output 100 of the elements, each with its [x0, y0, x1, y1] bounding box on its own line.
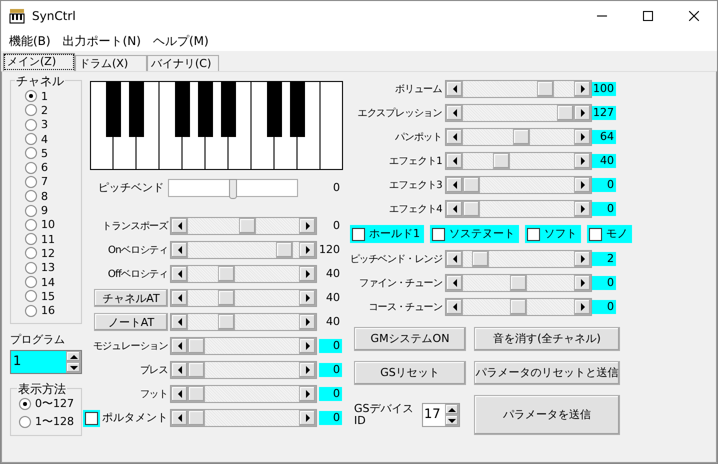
checkbox[interactable]: [589, 228, 602, 240]
scrollbar-thumb[interactable]: [513, 129, 530, 145]
scroll-left-button[interactable]: [446, 129, 463, 145]
scrollbar[interactable]: [445, 298, 592, 316]
slider-thumb[interactable]: [229, 179, 237, 199]
scroll-left-button[interactable]: [446, 275, 463, 291]
scroll-right-button[interactable]: [299, 362, 316, 378]
radio-button[interactable]: [25, 147, 37, 160]
spin-down-button[interactable]: [445, 415, 459, 426]
menu-item[interactable]: ヘルプ(M): [146, 32, 215, 50]
radio-button[interactable]: [25, 176, 37, 188]
radio-button[interactable]: [25, 118, 37, 131]
pedal-toggle[interactable]: ソステヌート: [430, 225, 519, 243]
scroll-right-button[interactable]: [574, 299, 591, 315]
scroll-right-button[interactable]: [299, 266, 316, 282]
spin-up-button[interactable]: [66, 351, 81, 362]
radio-button[interactable]: [25, 162, 37, 174]
checkbox[interactable]: [85, 412, 98, 424]
scroll-right-button[interactable]: [574, 177, 591, 193]
radio-button[interactable]: [19, 398, 31, 410]
scroll-left-button[interactable]: [446, 105, 463, 121]
scroll-left-button[interactable]: [171, 242, 188, 258]
scrollbar[interactable]: [170, 337, 317, 355]
scrollbar-thumb[interactable]: [463, 201, 480, 217]
radio-button[interactable]: [25, 233, 37, 246]
scroll-right-button[interactable]: [299, 218, 316, 234]
pedal-toggle[interactable]: モノ: [587, 225, 632, 243]
scrollbar-thumb[interactable]: [557, 105, 574, 121]
scroll-right-button[interactable]: [574, 81, 591, 97]
scroll-right-button[interactable]: [299, 242, 316, 258]
scrollbar-thumb[interactable]: [510, 275, 527, 291]
action-button[interactable]: GMシステムON: [354, 327, 466, 351]
scrollbar[interactable]: [170, 409, 317, 427]
scroll-right-button[interactable]: [299, 410, 316, 426]
scroll-right-button[interactable]: [299, 338, 316, 354]
scroll-left-button[interactable]: [446, 251, 463, 267]
program-spinner[interactable]: 1: [10, 350, 82, 374]
scroll-right-button[interactable]: [574, 153, 591, 169]
menu-item[interactable]: 機能(B): [3, 32, 57, 50]
checkbox[interactable]: [432, 228, 445, 240]
tab[interactable]: バイナリ(C): [147, 55, 219, 71]
scrollbar-thumb[interactable]: [188, 362, 205, 378]
aftertouch-button[interactable]: ノートAT: [94, 313, 168, 331]
scrollbar-thumb[interactable]: [188, 410, 205, 426]
scrollbar[interactable]: [445, 80, 592, 98]
scroll-left-button[interactable]: [171, 338, 188, 354]
action-button[interactable]: 音を消す(全チャネル): [474, 327, 620, 351]
scroll-right-button[interactable]: [299, 386, 316, 402]
radio-button[interactable]: [25, 262, 37, 274]
radio-button[interactable]: [25, 247, 37, 260]
scroll-left-button[interactable]: [171, 314, 188, 330]
maximize-icon[interactable]: [643, 11, 653, 21]
scroll-left-button[interactable]: [171, 410, 188, 426]
scrollbar[interactable]: [445, 128, 592, 146]
radio-button[interactable]: [19, 416, 31, 428]
scroll-left-button[interactable]: [171, 218, 188, 234]
scrollbar[interactable]: [445, 176, 592, 194]
scroll-right-button[interactable]: [574, 201, 591, 217]
radio-button[interactable]: [25, 104, 37, 116]
scroll-left-button[interactable]: [171, 362, 188, 378]
scroll-right-button[interactable]: [299, 290, 316, 306]
pedal-toggle[interactable]: ホールド1: [350, 225, 424, 243]
scrollbar-thumb[interactable]: [463, 177, 480, 193]
radio-button[interactable]: [25, 204, 37, 217]
radio-button[interactable]: [25, 90, 37, 102]
spin-down-button[interactable]: [66, 362, 81, 373]
scrollbar[interactable]: [170, 289, 317, 307]
scrollbar-thumb[interactable]: [537, 81, 554, 97]
piano-keyboard[interactable]: [90, 81, 343, 170]
scroll-right-button[interactable]: [574, 251, 591, 267]
scrollbar[interactable]: [170, 241, 317, 259]
scrollbar-thumb[interactable]: [276, 242, 293, 258]
scroll-right-button[interactable]: [574, 105, 591, 121]
scroll-left-button[interactable]: [446, 177, 463, 193]
scrollbar-thumb[interactable]: [510, 299, 527, 315]
radio-button[interactable]: [25, 276, 37, 288]
scroll-left-button[interactable]: [171, 290, 188, 306]
scrollbar-thumb[interactable]: [218, 314, 235, 330]
scrollbar-thumb[interactable]: [188, 338, 205, 354]
scrollbar[interactable]: [170, 313, 317, 331]
tab[interactable]: ドラム(X): [75, 55, 147, 71]
scrollbar[interactable]: [170, 361, 317, 379]
pedal-toggle[interactable]: ソフト: [525, 225, 581, 243]
scrollbar[interactable]: [170, 385, 317, 403]
pitch-bend-slider[interactable]: [168, 179, 298, 197]
radio-button[interactable]: [25, 290, 37, 302]
scroll-left-button[interactable]: [446, 81, 463, 97]
spin-up-button[interactable]: [445, 404, 459, 415]
scrollbar-thumb[interactable]: [188, 386, 205, 402]
scrollbar-thumb[interactable]: [493, 153, 510, 169]
scrollbar[interactable]: [170, 217, 317, 235]
scrollbar[interactable]: [445, 200, 592, 218]
radio-button[interactable]: [25, 190, 37, 202]
close-icon[interactable]: [689, 11, 699, 21]
scrollbar[interactable]: [445, 274, 592, 292]
scrollbar-thumb[interactable]: [239, 218, 256, 234]
send-button[interactable]: パラメータを送信: [474, 395, 620, 435]
radio-button[interactable]: [25, 304, 37, 317]
menu-item[interactable]: 出力ポート(N): [56, 32, 147, 50]
scrollbar-thumb[interactable]: [218, 266, 235, 282]
